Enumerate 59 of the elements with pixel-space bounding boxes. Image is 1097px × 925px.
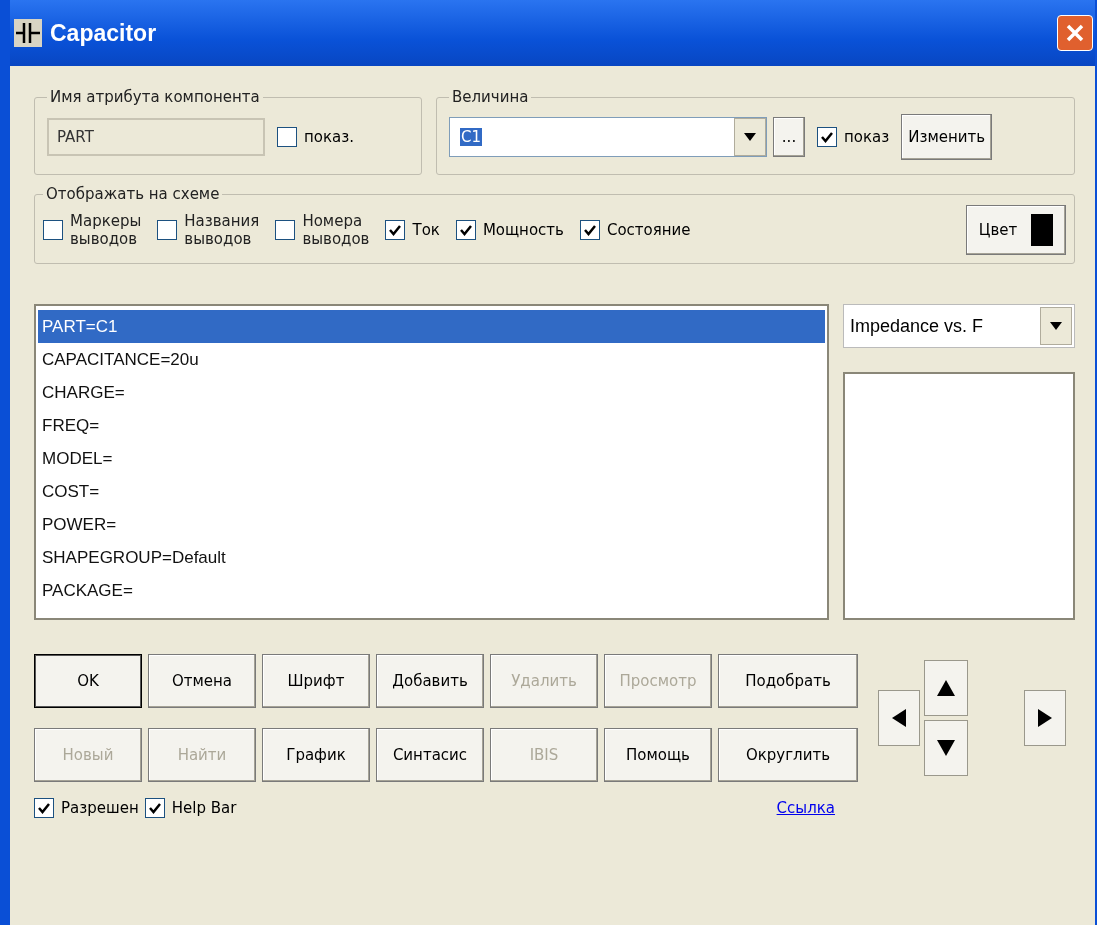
checkbox[interactable]: Мощность (455, 220, 564, 240)
close-icon (1065, 23, 1085, 43)
triangle-right-icon (1036, 707, 1054, 729)
check-icon (582, 223, 597, 237)
check-icon (147, 801, 162, 815)
dialog-button[interactable]: Отмена (148, 654, 256, 708)
plot-type-dropdown[interactable]: Impedance vs. F (843, 304, 1075, 348)
capacitor-icon (14, 19, 42, 47)
left-arrow-button[interactable] (878, 690, 920, 746)
triangle-down-icon (935, 738, 957, 758)
check-icon (388, 223, 403, 237)
down-arrow-button[interactable] (924, 720, 968, 776)
dialog-button[interactable]: Шрифт (262, 654, 370, 708)
change-button[interactable]: Изменить (901, 114, 993, 160)
list-item[interactable]: PART=C1 (38, 310, 825, 343)
checkbox[interactable]: Ток (385, 220, 440, 240)
up-arrow-button[interactable] (924, 660, 968, 716)
dialog-button[interactable]: Подобрать (718, 654, 858, 708)
dialog-button[interactable]: Синтасис (376, 728, 484, 782)
checkbox[interactable]: Help Bar (144, 798, 237, 818)
checkbox[interactable]: Названия выводов (157, 212, 260, 248)
list-item[interactable]: PACKAGE= (38, 574, 825, 607)
check-icon (37, 801, 51, 815)
attribute-name-field[interactable]: PART (47, 118, 265, 156)
dialog-button[interactable]: OK (34, 654, 142, 708)
dialog-button[interactable]: График (262, 728, 370, 782)
dialog-button[interactable]: Округлить (718, 728, 858, 782)
color-button[interactable]: Цвет (966, 205, 1066, 255)
list-item[interactable]: CHARGE= (38, 376, 825, 409)
reference-link[interactable]: Ссылка (776, 799, 835, 817)
list-item[interactable]: MODEL= (38, 442, 825, 475)
list-item[interactable]: FREQ= (38, 409, 825, 442)
group-label: Имя атрибута компонента (49, 88, 261, 106)
checkbox[interactable]: Номера выводов (275, 212, 370, 248)
caret-icon (744, 133, 756, 141)
list-item[interactable]: COST= (38, 475, 825, 508)
close-button[interactable] (1057, 15, 1093, 51)
check-icon (820, 130, 834, 144)
group-label: Отображать на схеме (45, 185, 221, 203)
triangle-up-icon (935, 678, 957, 698)
caret-icon (1050, 322, 1062, 330)
checkbox[interactable]: показ. (277, 127, 354, 147)
check-icon (458, 223, 473, 237)
list-item[interactable]: POWER= (38, 508, 825, 541)
checkbox[interactable]: Состояние (579, 220, 691, 240)
dialog-button[interactable]: Помощь (604, 728, 712, 782)
list-item[interactable]: CAPACITANCE=20u (38, 343, 825, 376)
list-item[interactable]: SHAPEGROUP=Default (38, 541, 825, 574)
triangle-left-icon (890, 707, 908, 729)
attribute-list[interactable]: PART=C1 CAPACITANCE=20u CHARGE= FREQ= MODEL= COST= POWER= SHAPEGROUP=Default PACKAGE= (34, 304, 829, 620)
dialog-button[interactable]: Добавить (376, 654, 484, 708)
right-arrow-button[interactable] (1024, 690, 1066, 746)
value-combo-box[interactable]: C1 (449, 117, 767, 157)
checkbox[interactable]: показ (817, 127, 890, 147)
group-label: Величина (451, 88, 530, 106)
checkbox[interactable]: Разрешен (34, 798, 139, 818)
browse-button[interactable]: ... (773, 117, 805, 157)
checkbox[interactable]: Маркеры выводов (43, 212, 142, 248)
window-title: Capacitor (50, 19, 158, 47)
